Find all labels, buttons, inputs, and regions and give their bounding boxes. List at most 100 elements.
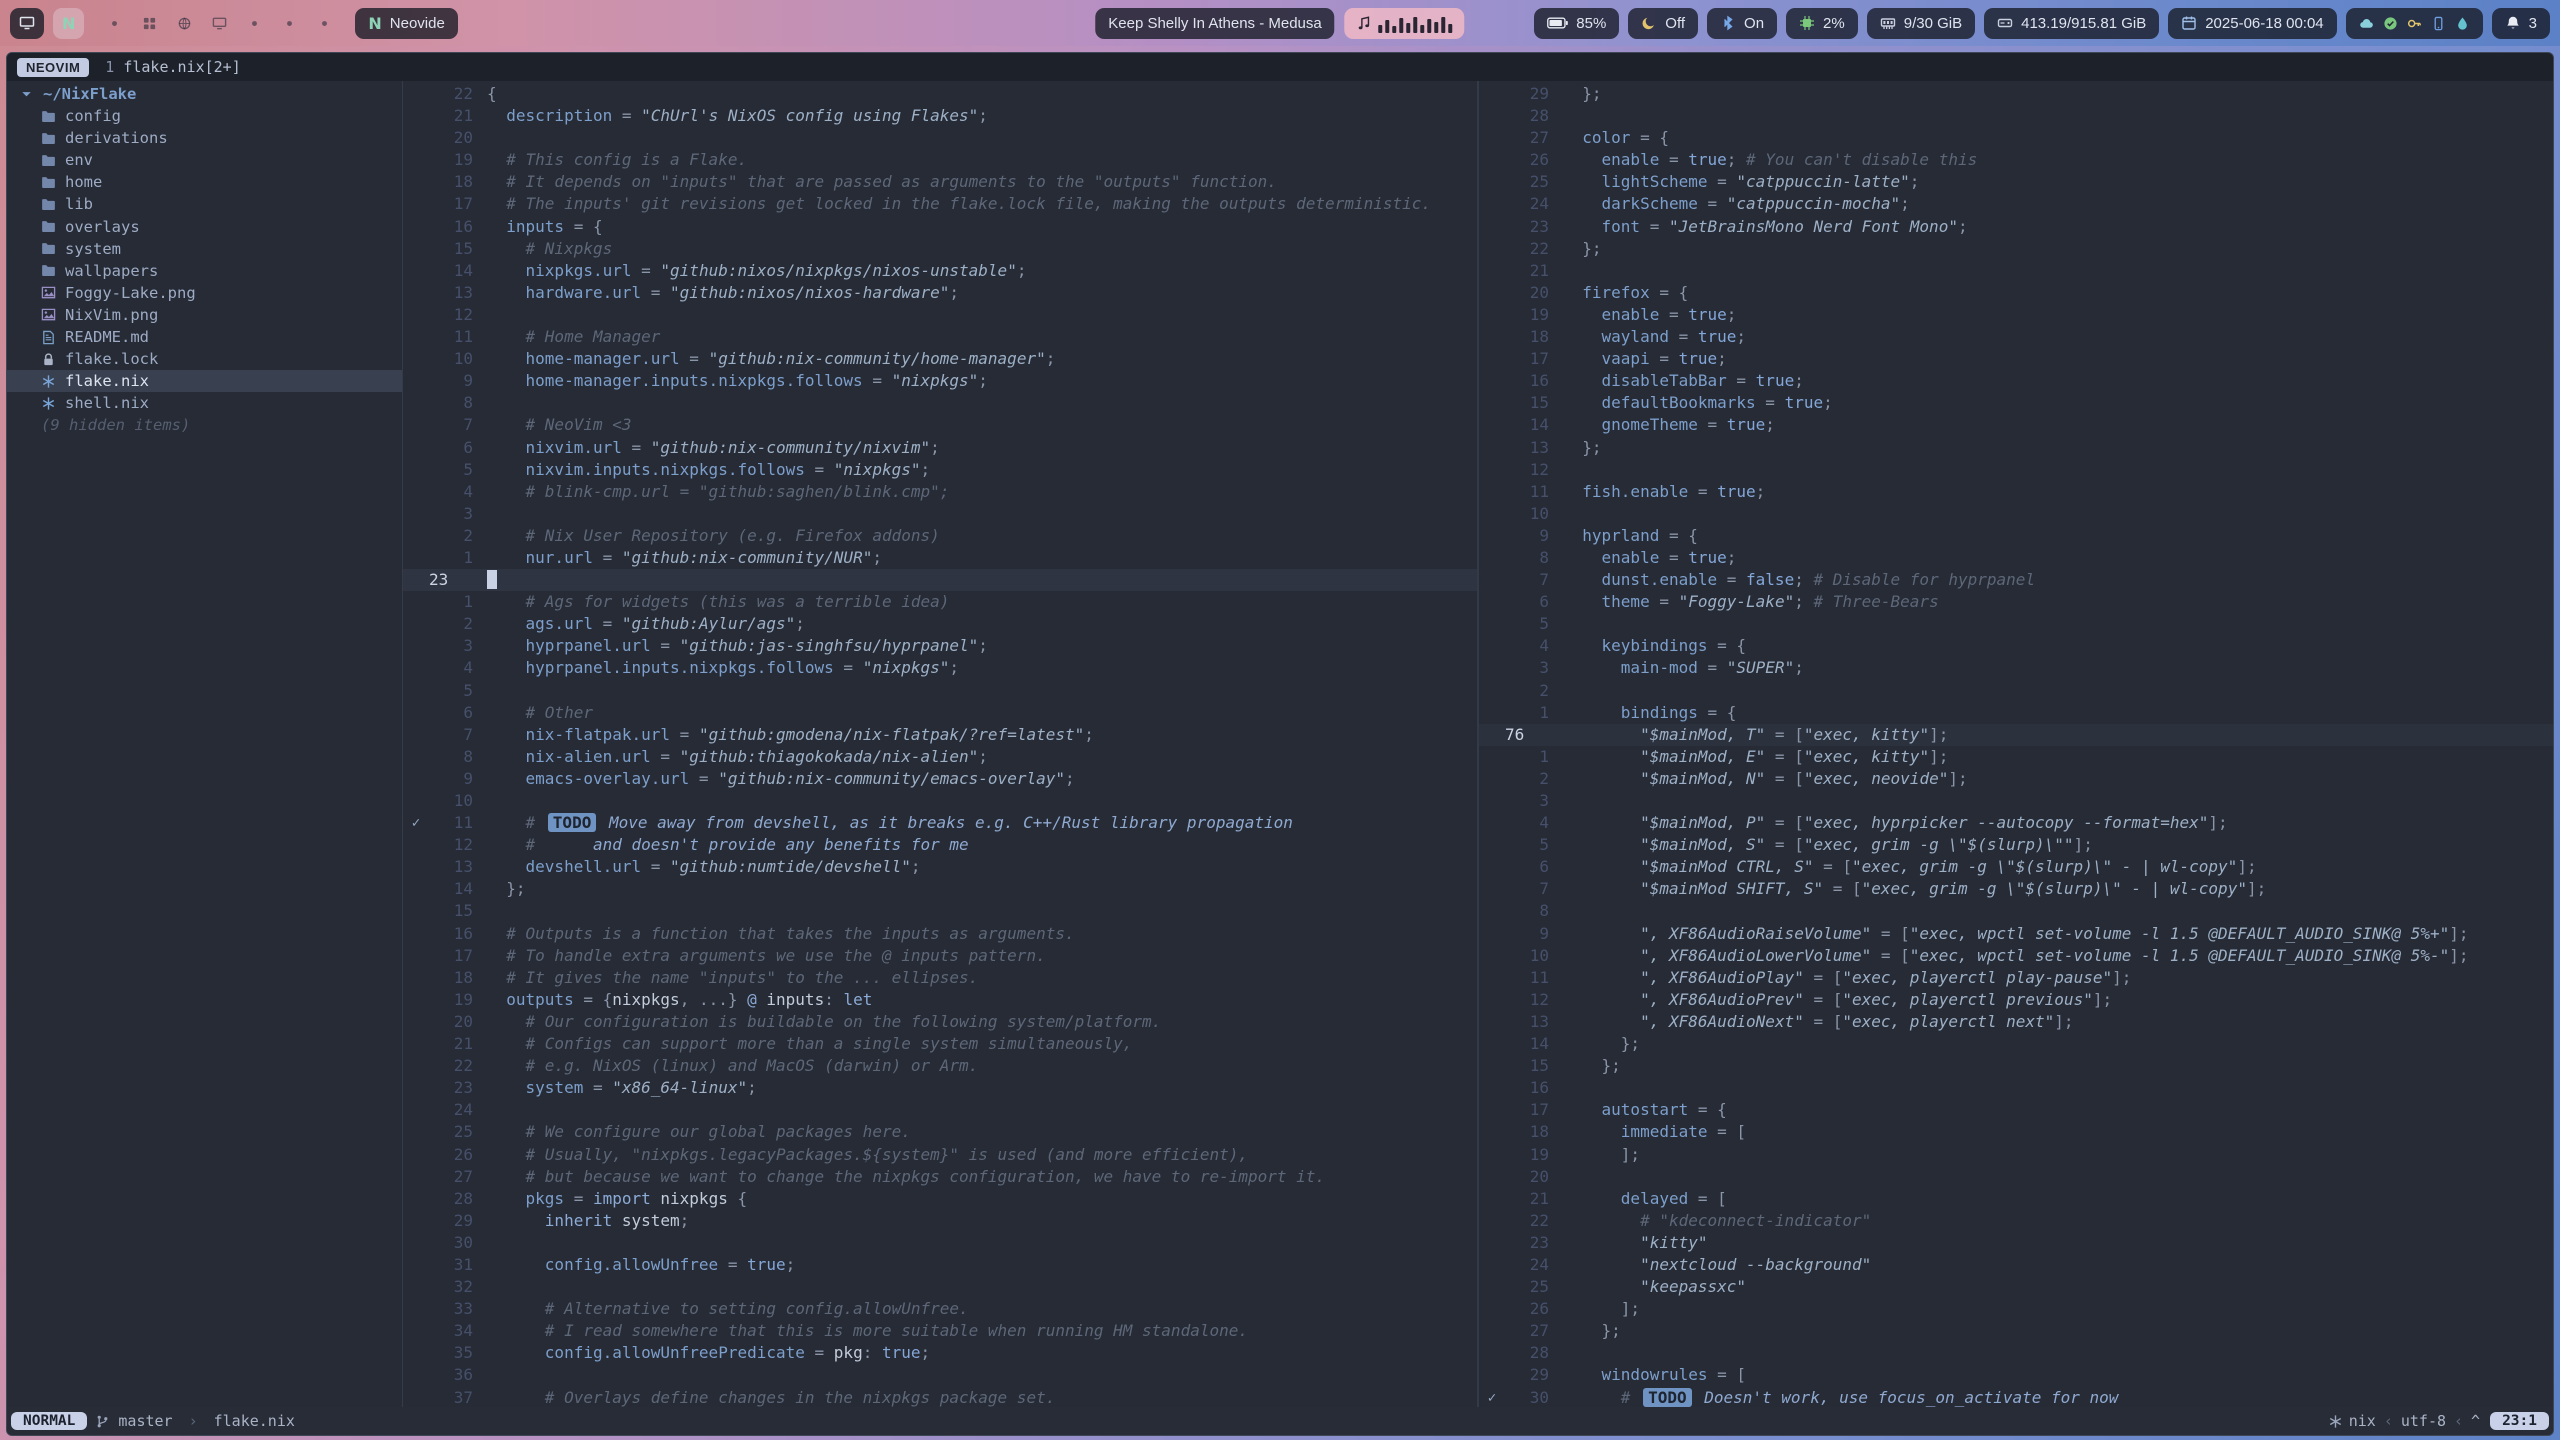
- code-line[interactable]: 7 dunst.enable = false; # Disable for hy…: [1479, 569, 2553, 591]
- code-line[interactable]: 16 inputs = {: [403, 216, 1477, 238]
- battery-indicator[interactable]: 85%: [1534, 8, 1619, 39]
- code-line[interactable]: 11 ", XF86AudioPlay" = ["exec, playerctl…: [1479, 967, 2553, 989]
- editor-window-left[interactable]: 22{21 description = "ChUrl's NixOS confi…: [403, 81, 1479, 1407]
- code-line[interactable]: 6 # Other: [403, 702, 1477, 724]
- code-line[interactable]: 1 # Ags for widgets (this was a terrible…: [403, 591, 1477, 613]
- code-line[interactable]: 8 enable = true;: [1479, 547, 2553, 569]
- code-line[interactable]: 20 # Our configuration is buildable on t…: [403, 1011, 1477, 1033]
- tree-item-config[interactable]: config: [7, 105, 402, 127]
- code-line[interactable]: 22 };: [1479, 238, 2553, 260]
- code-line[interactable]: 18 wayland = true;: [1479, 326, 2553, 348]
- tree-item-overlays[interactable]: overlays: [7, 216, 402, 238]
- bluetooth-toggle[interactable]: On: [1707, 8, 1777, 39]
- code-line[interactable]: 25 "keepassxc": [1479, 1276, 2553, 1298]
- code-line[interactable]: 30: [403, 1232, 1477, 1254]
- clock-indicator[interactable]: 2025-06-18 00:04: [2168, 8, 2336, 39]
- code-line[interactable]: 9 home-manager.inputs.nixpkgs.follows = …: [403, 370, 1477, 392]
- git-branch[interactable]: master: [118, 1412, 172, 1430]
- code-line[interactable]: 29 inherit system;: [403, 1210, 1477, 1232]
- code-line[interactable]: 13 ", XF86AudioNext" = ["exec, playerctl…: [1479, 1011, 2553, 1033]
- code-line[interactable]: 6 theme = "Foggy-Lake"; # Three-Bears: [1479, 591, 2553, 613]
- code-line[interactable]: 10: [403, 790, 1477, 812]
- editor-window-right[interactable]: 29 };2827 color = {26 enable = true; # Y…: [1479, 81, 2553, 1407]
- code-line[interactable]: 24 "nextcloud --background": [1479, 1254, 2553, 1276]
- code-line[interactable]: 36: [403, 1364, 1477, 1386]
- code-line[interactable]: 5 "$mainMod, S" = ["exec, grim -g \"$(sl…: [1479, 834, 2553, 856]
- window-title-pill[interactable]: N Neovide: [355, 8, 457, 39]
- code-line[interactable]: 9 ", XF86AudioRaiseVolume" = ["exec, wpc…: [1479, 923, 2553, 945]
- code-line[interactable]: 21 delayed = [: [1479, 1188, 2553, 1210]
- code-line[interactable]: 3: [403, 503, 1477, 525]
- code-line[interactable]: 3 hyprpanel.url = "github:jas-singhfsu/h…: [403, 635, 1477, 657]
- code-line[interactable]: 19 outputs = {nixpkgs, ...} @ inputs: le…: [403, 989, 1477, 1011]
- code-line[interactable]: 17 # To handle extra arguments we use th…: [403, 945, 1477, 967]
- tray-drop-icon[interactable]: [2455, 16, 2470, 31]
- code-line[interactable]: 4 keybindings = {: [1479, 635, 2553, 657]
- media-visualizer[interactable]: [1345, 8, 1465, 39]
- code-line[interactable]: 29 };: [1479, 83, 2553, 105]
- system-tray[interactable]: [2346, 8, 2483, 39]
- code-line[interactable]: 2 "$mainMod, N" = ["exec, neovide"];: [1479, 768, 2553, 790]
- memory-indicator[interactable]: 9/30 GiB: [1867, 8, 1975, 39]
- code-line[interactable]: 28 pkgs = import nixpkgs {: [403, 1188, 1477, 1210]
- tree-item-flake.nix[interactable]: flake.nix: [7, 370, 402, 392]
- code-line[interactable]: 5: [1479, 613, 2553, 635]
- code-line[interactable]: 26 enable = true; # You can't disable th…: [1479, 149, 2553, 171]
- code-line[interactable]: 19 enable = true;: [1479, 304, 2553, 326]
- code-line[interactable]: 12 ", XF86AudioPrev" = ["exec, playerctl…: [1479, 989, 2553, 1011]
- tray-cloud-icon[interactable]: [2359, 16, 2374, 31]
- code-line[interactable]: 29 windowrules = [: [1479, 1364, 2553, 1386]
- code-line[interactable]: 25 lightScheme = "catppuccin-latte";: [1479, 171, 2553, 193]
- code-line[interactable]: 18 # It gives the name "inputs" to the .…: [403, 967, 1477, 989]
- code-line[interactable]: 33 # Alternative to setting config.allow…: [403, 1298, 1477, 1320]
- code-line[interactable]: 17 autostart = {: [1479, 1099, 2553, 1121]
- tree-item-README.md[interactable]: README.md: [7, 326, 402, 348]
- code-line[interactable]: 1 "$mainMod, E" = ["exec, kitty"];: [1479, 746, 2553, 768]
- code-line[interactable]: 21 description = "ChUrl's NixOS config u…: [403, 105, 1477, 127]
- code-line[interactable]: 20: [403, 127, 1477, 149]
- code-line[interactable]: 5 nixvim.inputs.nixpkgs.follows = "nixpk…: [403, 459, 1477, 481]
- code-line[interactable]: 17 vaapi = true;: [1479, 348, 2553, 370]
- tray-phone-icon[interactable]: [2431, 16, 2446, 31]
- code-line[interactable]: 24 darkScheme = "catppuccin-mocha";: [1479, 193, 2553, 215]
- code-line[interactable]: 22 # "kdeconnect-indicator": [1479, 1210, 2553, 1232]
- code-line[interactable]: 12: [403, 304, 1477, 326]
- launcher-button[interactable]: [10, 8, 44, 39]
- code-line[interactable]: 2 # Nix User Repository (e.g. Firefox ad…: [403, 525, 1477, 547]
- code-line[interactable]: 16 # Outputs is a function that takes th…: [403, 923, 1477, 945]
- code-line[interactable]: 13 hardware.url = "github:nixos/nixos-ha…: [403, 282, 1477, 304]
- code-line[interactable]: 31 config.allowUnfree = true;: [403, 1254, 1477, 1276]
- code-line[interactable]: 22{: [403, 83, 1477, 105]
- code-line[interactable]: 76 "$mainMod, T" = ["exec, kitty"];: [1479, 724, 2553, 746]
- tray-check-icon[interactable]: [2383, 16, 2398, 31]
- code-line[interactable]: 18 immediate = [: [1479, 1121, 2553, 1143]
- workspace-active[interactable]: N: [53, 8, 84, 39]
- tree-item-env[interactable]: env: [7, 149, 402, 171]
- code-line[interactable]: 13 devshell.url = "github:numtide/devshe…: [403, 856, 1477, 878]
- code-line[interactable]: 21 # Configs can support more than a sin…: [403, 1033, 1477, 1055]
- tree-item-system[interactable]: system: [7, 238, 402, 260]
- code-line[interactable]: 20: [1479, 1166, 2553, 1188]
- code-line[interactable]: 14 gnomeTheme = true;: [1479, 414, 2553, 436]
- code-line[interactable]: 10 home-manager.url = "github:nix-commun…: [403, 348, 1477, 370]
- code-line[interactable]: 6 nixvim.url = "github:nix-community/nix…: [403, 437, 1477, 459]
- code-line[interactable]: 3 main-mod = "SUPER";: [1479, 657, 2553, 679]
- tree-item-Foggy-Lake.png[interactable]: Foggy-Lake.png: [7, 282, 402, 304]
- code-line[interactable]: 11 # Home Manager: [403, 326, 1477, 348]
- code-line[interactable]: 23 "kitty": [1479, 1232, 2553, 1254]
- workspace-indicators[interactable]: [107, 16, 332, 31]
- code-line[interactable]: 16 disableTabBar = true;: [1479, 370, 2553, 392]
- tree-root[interactable]: ~/NixFlake: [7, 83, 402, 105]
- code-line[interactable]: 23 font = "JetBrainsMono Nerd Font Mono"…: [1479, 216, 2553, 238]
- tray-key-icon[interactable]: [2407, 16, 2422, 31]
- code-line[interactable]: 2 ags.url = "github:Aylur/ags";: [403, 613, 1477, 635]
- code-line[interactable]: 28: [1479, 105, 2553, 127]
- code-line[interactable]: 23: [403, 569, 1477, 591]
- code-line[interactable]: 25 # We configure our global packages he…: [403, 1121, 1477, 1143]
- code-line[interactable]: 19 ];: [1479, 1144, 2553, 1166]
- code-line[interactable]: 7 # NeoVim <3: [403, 414, 1477, 436]
- code-line[interactable]: 3: [1479, 790, 2553, 812]
- code-line[interactable]: 27 color = {: [1479, 127, 2553, 149]
- code-line[interactable]: 35 config.allowUnfreePredicate = pkg: tr…: [403, 1342, 1477, 1364]
- code-line[interactable]: 21: [1479, 260, 2553, 282]
